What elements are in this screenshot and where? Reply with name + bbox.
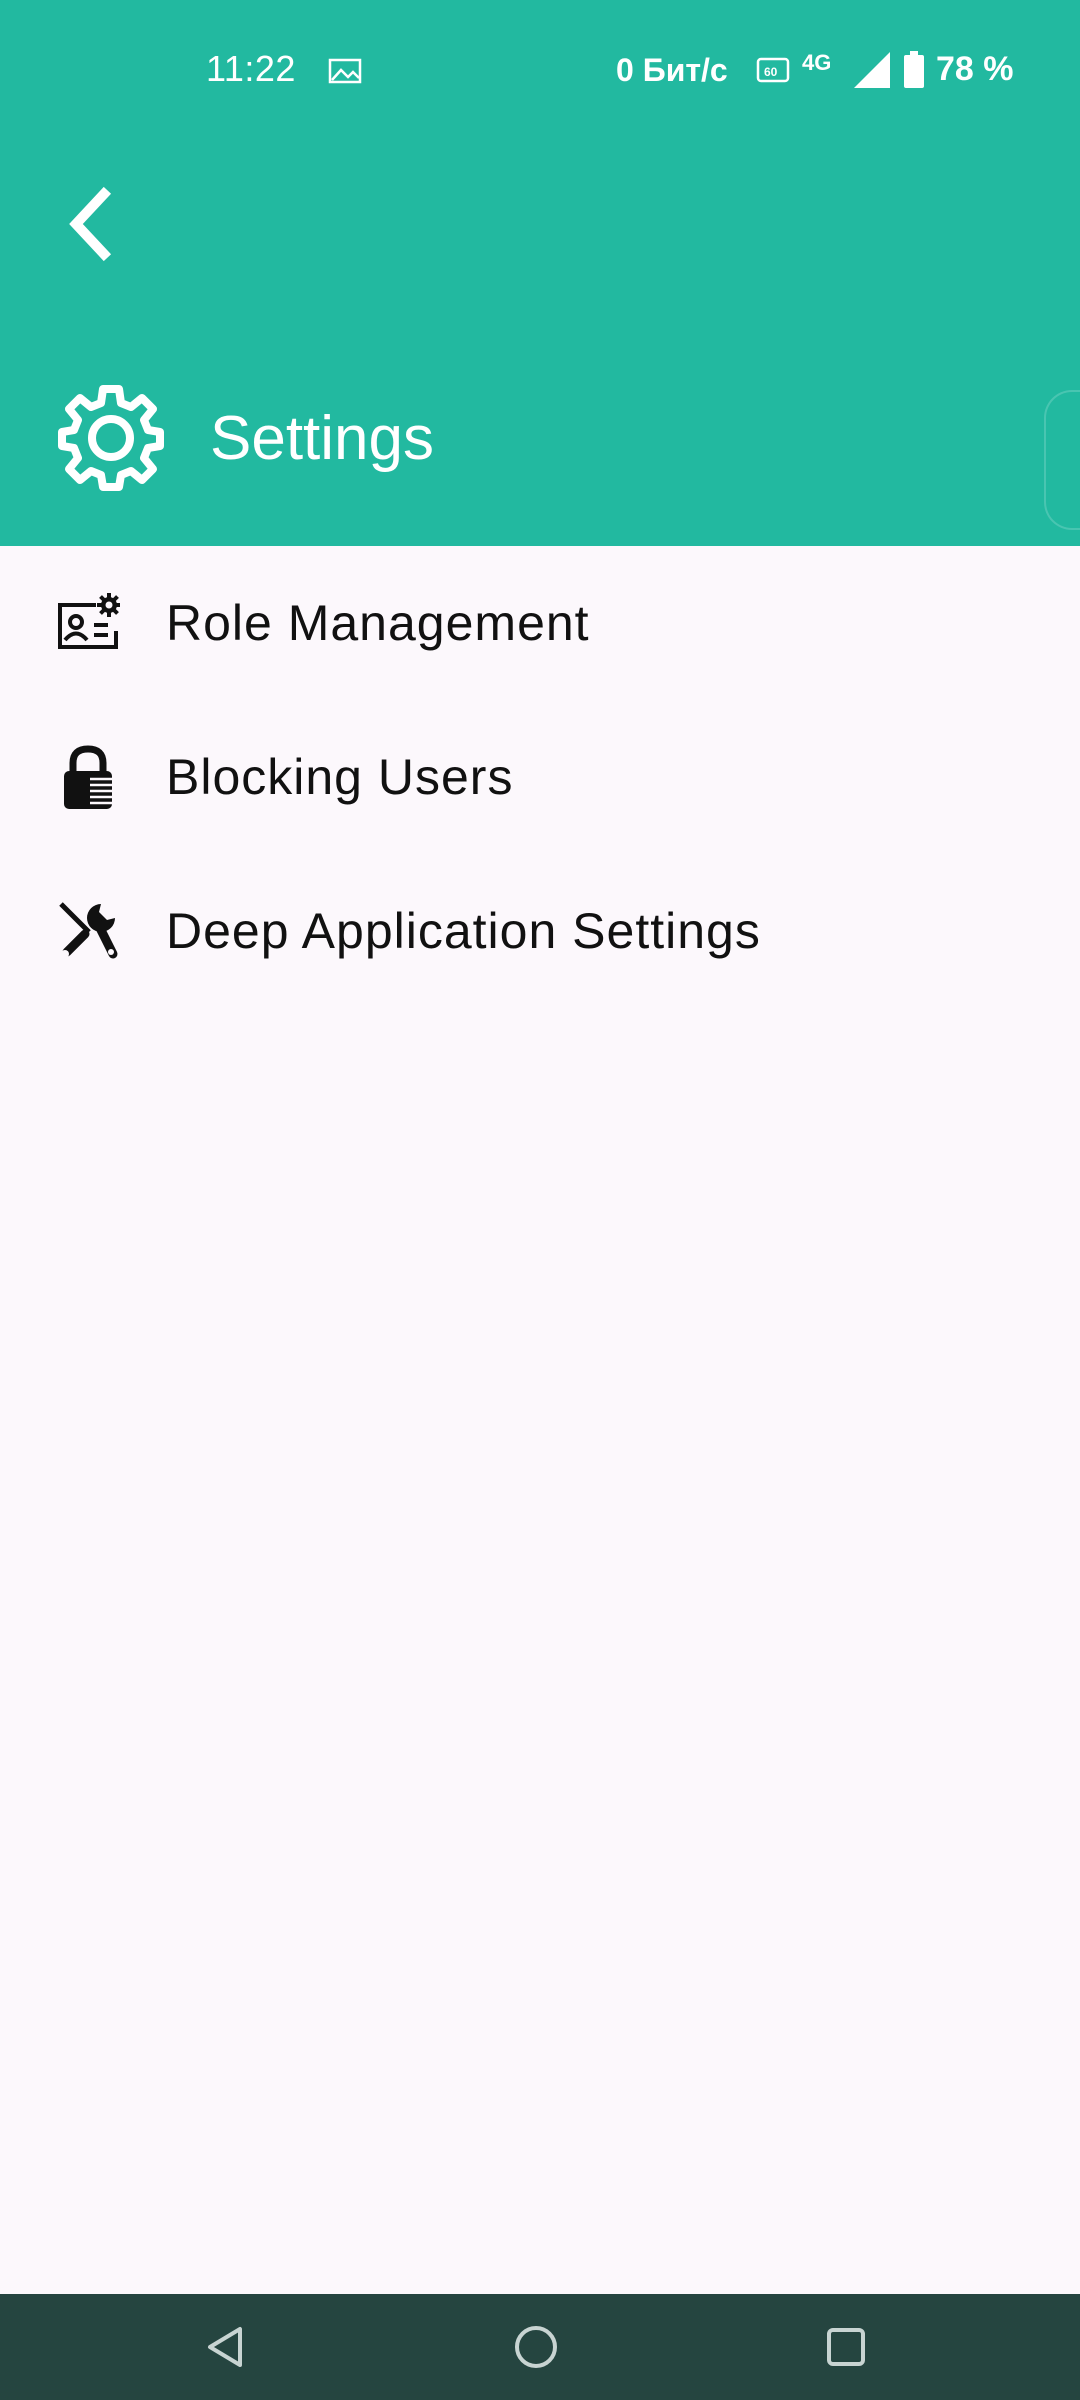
status-battery-level: 78 % — [936, 50, 1014, 88]
status-network-type: 4G — [802, 50, 832, 75]
menu-item-blocking-users[interactable]: Blocking Users — [0, 700, 1080, 854]
recents-square-icon — [827, 2328, 865, 2366]
nav-recents-button[interactable] — [806, 2312, 886, 2382]
svg-text:60: 60 — [764, 65, 778, 79]
status-time: 11:22 — [206, 48, 296, 89]
image-icon — [328, 58, 362, 84]
menu-item-label: Blocking Users — [166, 749, 514, 805]
refresh-rate-icon: 60 — [756, 56, 792, 88]
app-header: 11:22 0 Бит/с 60 4G 78 % Settings — [0, 0, 1080, 546]
nav-back-button[interactable] — [186, 2312, 266, 2382]
id-card-gear-icon — [52, 587, 124, 659]
menu-item-deep-application-settings[interactable]: Deep Application Settings — [0, 854, 1080, 1008]
home-circle-icon — [515, 2326, 557, 2368]
system-nav-bar — [0, 2294, 1080, 2400]
status-bar: 11:22 0 Бит/с 60 4G 78 % — [0, 0, 1080, 140]
edge-handle[interactable] — [1044, 390, 1080, 530]
battery-icon — [902, 50, 926, 90]
settings-menu: Role Management Blocking Users Deep Appl… — [0, 546, 1080, 1008]
status-network-speed: 0 Бит/с — [616, 52, 728, 88]
nav-home-button[interactable] — [496, 2312, 576, 2382]
tools-icon — [52, 895, 124, 967]
page-title: Settings — [210, 403, 435, 473]
back-arrow-icon — [69, 186, 112, 262]
signal-icon — [852, 50, 892, 90]
lock-icon — [52, 741, 124, 813]
back-button[interactable] — [48, 176, 132, 272]
menu-item-label: Role Management — [166, 595, 590, 651]
menu-item-label: Deep Application Settings — [166, 903, 761, 959]
back-triangle-icon — [208, 2327, 242, 2367]
menu-item-role-management[interactable]: Role Management — [0, 546, 1080, 700]
page-title-row: Settings — [54, 378, 434, 498]
gear-icon — [54, 381, 168, 495]
